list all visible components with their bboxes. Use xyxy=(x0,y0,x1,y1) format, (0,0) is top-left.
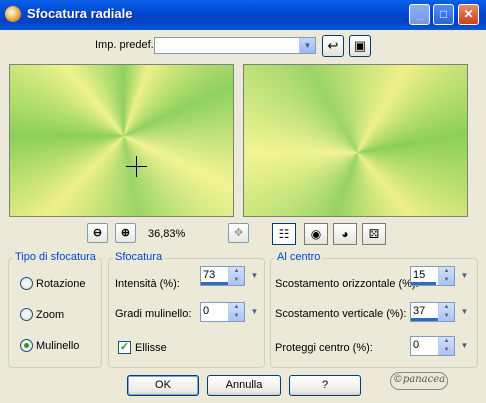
h-offset-dropdown-icon[interactable]: ▼ xyxy=(458,267,471,285)
save-preset-button[interactable]: ▣ xyxy=(349,35,371,57)
spin-up-down-icon[interactable]: ▲ ▼ xyxy=(438,267,454,285)
zoom-level: 36,83% xyxy=(148,228,186,240)
h-offset-slider-fill xyxy=(411,282,436,285)
pan-button[interactable]: ✥ xyxy=(228,223,249,243)
protect-center-value: 0 xyxy=(413,339,420,351)
v-offset-label: Scostamento verticale (%): xyxy=(275,308,407,320)
app-icon[interactable] xyxy=(5,6,21,22)
protect-center-label: Proteggi centro (%): xyxy=(275,342,373,354)
twirl-label[interactable]: Mulinello xyxy=(36,340,79,352)
intensity-value: 73 xyxy=(203,269,216,281)
zoom-in-icon: ⊕ xyxy=(120,227,131,239)
protect-dropdown-icon[interactable]: ▼ xyxy=(458,337,471,355)
source-preview[interactable] xyxy=(9,64,234,217)
zoom-out-button[interactable]: ⊖ xyxy=(87,223,108,243)
spin-up-down-icon[interactable]: ▲ ▼ xyxy=(438,303,454,321)
eye-lock-icon: ◕ xyxy=(341,227,349,241)
intensity-label: Intensità (%): xyxy=(115,278,180,290)
watermark-logo: ©panacea xyxy=(390,372,448,390)
floppy-disk-icon: ▣ xyxy=(353,38,367,53)
minimize-button[interactable]: _ xyxy=(409,4,430,25)
load-preset-button[interactable]: ↩ xyxy=(322,35,344,57)
preset-label: Imp. predef.: xyxy=(95,39,157,51)
undo-arrow-icon: ↩ xyxy=(327,38,339,53)
protect-center-spinner[interactable]: 0 ▲ ▼ xyxy=(410,336,455,356)
randomize-button[interactable]: ⚄ xyxy=(362,223,386,245)
dice-icon: ⚄ xyxy=(368,227,380,241)
move-arrows-icon: ✥ xyxy=(233,227,244,239)
eye-icon: ◉ xyxy=(310,227,322,241)
radio-zoom[interactable] xyxy=(20,308,33,321)
auto-proof-button[interactable]: ◕ xyxy=(333,223,357,245)
cancel-button[interactable]: Annulla xyxy=(207,375,281,396)
ok-button[interactable]: OK xyxy=(127,375,199,396)
close-button[interactable]: ✕ xyxy=(458,4,479,25)
layout-toggle-button[interactable]: ☷ xyxy=(272,223,296,245)
center-crosshair-icon[interactable] xyxy=(126,156,147,177)
spin-up-down-icon[interactable]: ▲ ▼ xyxy=(228,303,244,321)
result-preview xyxy=(243,64,468,217)
intensity-spinner[interactable]: 73 ▲ ▼ xyxy=(200,266,245,286)
twirl-degrees-label: Gradi mulinello: xyxy=(115,308,192,320)
rotation-label[interactable]: Rotazione xyxy=(36,278,86,290)
window-title: Sfocatura radiale xyxy=(27,6,133,21)
radio-twirl[interactable] xyxy=(20,339,33,352)
ellipse-checkbox[interactable]: ✓ xyxy=(118,341,131,354)
v-offset-spinner[interactable]: 37 ▲ ▼ xyxy=(410,302,455,322)
maximize-button[interactable]: □ xyxy=(433,4,454,25)
zoom-in-button[interactable]: ⊕ xyxy=(115,223,136,243)
center-group-title: Al centro xyxy=(275,251,323,263)
blur-type-title: Tipo di sfocatura xyxy=(13,251,98,263)
v-offset-slider-fill xyxy=(411,318,441,321)
blur-group-title: Sfocatura xyxy=(113,251,165,263)
spin-up-down-icon[interactable]: ▲ ▼ xyxy=(228,267,244,285)
twirl-dropdown-icon[interactable]: ▼ xyxy=(248,303,261,321)
preset-dropdown[interactable]: ▼ xyxy=(154,37,316,54)
h-offset-spinner[interactable]: 15 ▲ ▼ xyxy=(410,266,455,286)
twirl-degrees-value: 0 xyxy=(203,305,210,317)
spin-up-down-icon[interactable]: ▲ ▼ xyxy=(438,337,454,355)
zoom-out-icon: ⊖ xyxy=(92,227,103,239)
h-offset-label: Scostamento orizzontale (%): xyxy=(275,278,419,290)
v-offset-dropdown-icon[interactable]: ▼ xyxy=(458,303,471,321)
ellipse-label[interactable]: Ellisse xyxy=(135,342,167,354)
twirl-degrees-spinner[interactable]: 0 ▲ ▼ xyxy=(200,302,245,322)
chevron-down-icon: ▼ xyxy=(299,38,315,53)
h-offset-value: 15 xyxy=(413,269,426,281)
preview-layout-icon: ☷ xyxy=(278,227,290,241)
zoom-label[interactable]: Zoom xyxy=(36,309,64,321)
intensity-dropdown-icon[interactable]: ▼ xyxy=(248,267,261,285)
help-button[interactable]: ? xyxy=(289,375,361,396)
v-offset-value: 37 xyxy=(413,305,426,317)
radio-rotation[interactable] xyxy=(20,277,33,290)
proof-button[interactable]: ◉ xyxy=(304,223,328,245)
